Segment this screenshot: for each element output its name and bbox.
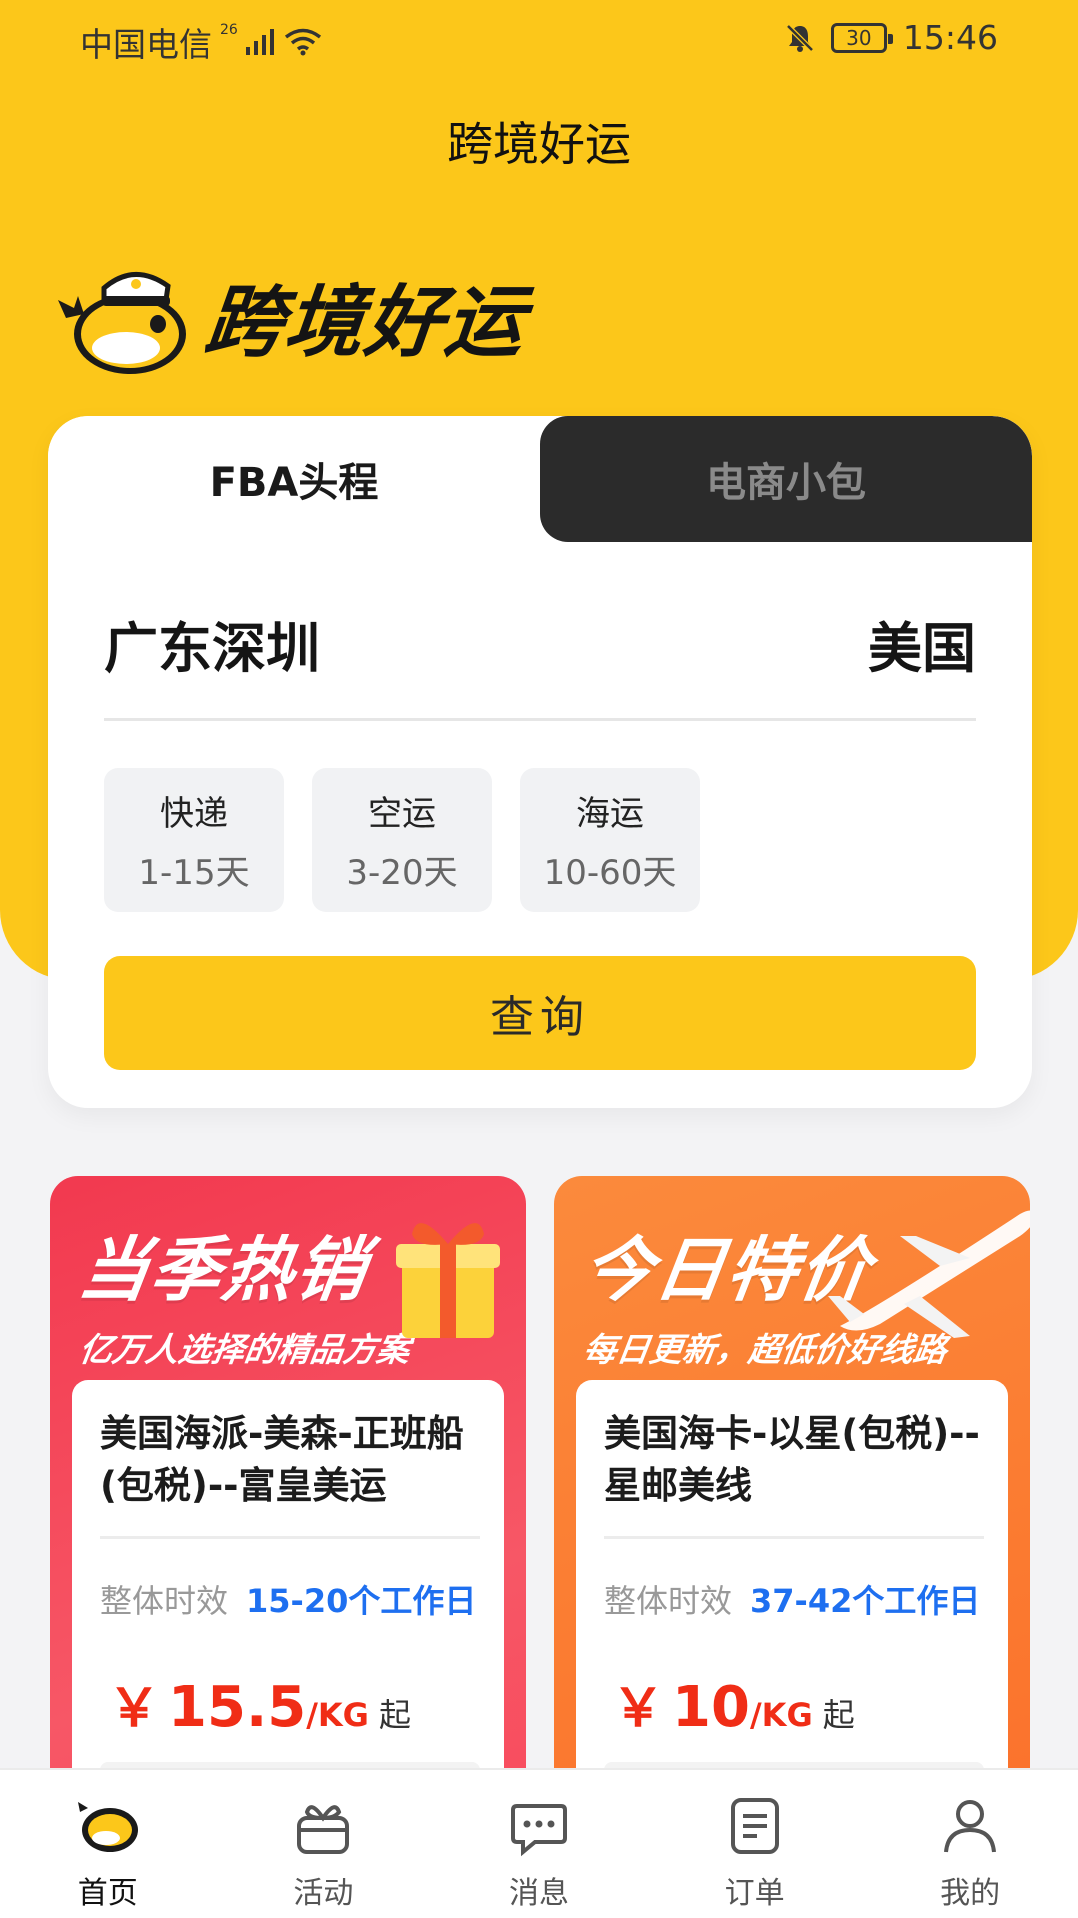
nav-item-orders[interactable]: 订单 [647, 1770, 863, 1918]
transport-option-air[interactable]: 空运 3-20天 [312, 768, 492, 912]
status-bar: 中国电信 26 30 15:46 [0, 0, 1078, 76]
transport-days: 1-15天 [138, 853, 250, 893]
service-tabs: 电商小包 FBA头程 [48, 416, 1032, 542]
divider [100, 1536, 480, 1539]
gift-icon [297, 1805, 350, 1854]
transport-days: 3-20天 [346, 853, 458, 893]
transport-name: 海运 [576, 794, 644, 834]
transport-name: 空运 [368, 794, 436, 834]
price-currency: ￥ [612, 1679, 665, 1739]
nav-label: 首页 [77, 1876, 138, 1911]
airplane-icon [828, 1210, 1030, 1338]
brand-name: 跨境好运 [200, 278, 531, 368]
route-price: ￥ 15.5 /KG 起 [108, 1666, 411, 1741]
page-title: 跨境好运 [447, 117, 631, 171]
brand-logo: 跨境好运 [56, 256, 530, 376]
divider [104, 718, 976, 721]
status-right: 30 15:46 [785, 18, 998, 57]
status-left: 中国电信 26 [80, 18, 322, 66]
nav-label: 消息 [508, 1876, 569, 1911]
battery-icon: 30 [830, 22, 893, 53]
time-label: 整体时效 [604, 1582, 733, 1620]
network-type: 26 [220, 22, 238, 38]
price-suffix: 起 [378, 1696, 411, 1734]
nav-item-messages[interactable]: 消息 [431, 1770, 647, 1918]
query-button[interactable]: 查询 [104, 956, 976, 1070]
promo-title: 当季热销 [73, 1229, 373, 1311]
carrier-name: 中国电信 [80, 25, 212, 64]
route-selector: 广东深圳 美国 [104, 606, 976, 680]
divider [604, 1536, 984, 1539]
search-card: 电商小包 FBA头程 广东深圳 美国 快递 1-15天 空运 3-20天 海运 … [48, 416, 1032, 1108]
transport-option-express[interactable]: 快递 1-15天 [104, 768, 284, 912]
whale-home-icon [77, 1802, 138, 1852]
price-unit: /KG [306, 1696, 369, 1734]
destination-selector[interactable]: 美国 [868, 604, 976, 683]
promo-header: 当季热销 亿万人选择的精品方案 [73, 1214, 412, 1371]
gift-box-icon [396, 1223, 500, 1338]
signal-icon [245, 29, 274, 55]
transport-days: 10-60天 [543, 853, 677, 893]
document-icon [730, 1798, 779, 1854]
tab-fba-first-leg[interactable]: FBA头程 [48, 416, 540, 542]
user-icon [944, 1800, 997, 1853]
transport-name: 快递 [160, 794, 228, 834]
route-price: ￥ 10 /KG 起 [612, 1666, 855, 1741]
status-time: 15:46 [902, 18, 998, 57]
route-time: 整体时效 15-20个工作日 [100, 1576, 476, 1622]
route-time: 整体时效 37-42个工作日 [604, 1576, 980, 1622]
battery-level: 30 [846, 25, 872, 50]
price-value: 10 [672, 1675, 750, 1740]
price-unit: /KG [749, 1696, 813, 1734]
transport-options: 快递 1-15天 空运 3-20天 海运 10-60天 [104, 768, 700, 912]
chat-bubble-icon [510, 1804, 567, 1857]
tab-ecommerce-parcel[interactable]: 电商小包 [540, 416, 1032, 542]
route-name: 美国海派-美森-正班船(包税)--富皇美运 [100, 1412, 464, 1507]
mute-bell-icon [786, 23, 814, 52]
nav-label: 订单 [724, 1876, 785, 1911]
nav-item-home[interactable]: 首页 [0, 1770, 216, 1918]
nav-item-profile[interactable]: 我的 [862, 1770, 1078, 1918]
origin-selector[interactable]: 广东深圳 [104, 604, 320, 683]
route-name: 美国海卡-以星(包税)--星邮美线 [604, 1412, 980, 1507]
transport-option-sea[interactable]: 海运 10-60天 [520, 768, 700, 912]
promo-subtitle: 亿万人选择的精品方案 [76, 1330, 413, 1369]
price-value: 15.5 [168, 1675, 307, 1740]
time-value: 37-42个工作日 [750, 1582, 981, 1620]
price-suffix: 起 [822, 1696, 855, 1734]
nav-label: 活动 [293, 1876, 354, 1911]
time-label: 整体时效 [100, 1582, 229, 1620]
bottom-nav: 首页 活动 消息 订单 我的 [0, 1768, 1078, 1918]
time-value: 15-20个工作日 [246, 1582, 477, 1620]
price-currency: ￥ [108, 1679, 161, 1739]
nav-item-activity[interactable]: 活动 [216, 1770, 432, 1918]
nav-label: 我的 [940, 1876, 1001, 1911]
wifi-icon [284, 28, 321, 56]
whale-captain-icon [58, 272, 186, 374]
